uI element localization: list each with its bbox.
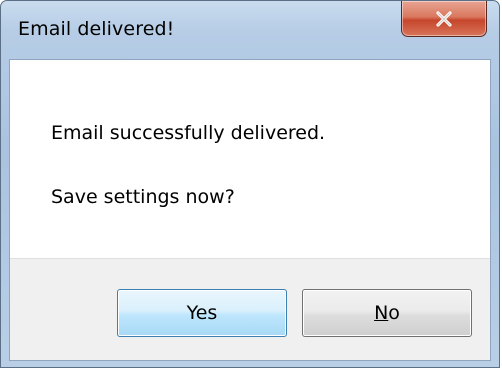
close-icon — [436, 10, 452, 27]
button-bar: Yes No — [10, 258, 490, 360]
yes-button[interactable]: Yes — [117, 289, 287, 337]
yes-button-label: Yes — [186, 302, 218, 324]
title-bar[interactable]: Email delivered! — [1, 1, 499, 67]
dialog-window: Email delivered! Email successfully deli… — [0, 0, 500, 368]
no-button[interactable]: No — [302, 289, 472, 337]
close-button[interactable] — [401, 1, 487, 37]
no-button-accelerator: N — [374, 302, 389, 324]
question-text: Save settings now? — [51, 186, 235, 208]
no-button-label: o — [388, 302, 400, 324]
dialog-title: Email delivered! — [18, 18, 175, 40]
dialog-content: Email successfully delivered. Save setti… — [9, 59, 491, 361]
message-text: Email successfully delivered. — [51, 122, 326, 144]
